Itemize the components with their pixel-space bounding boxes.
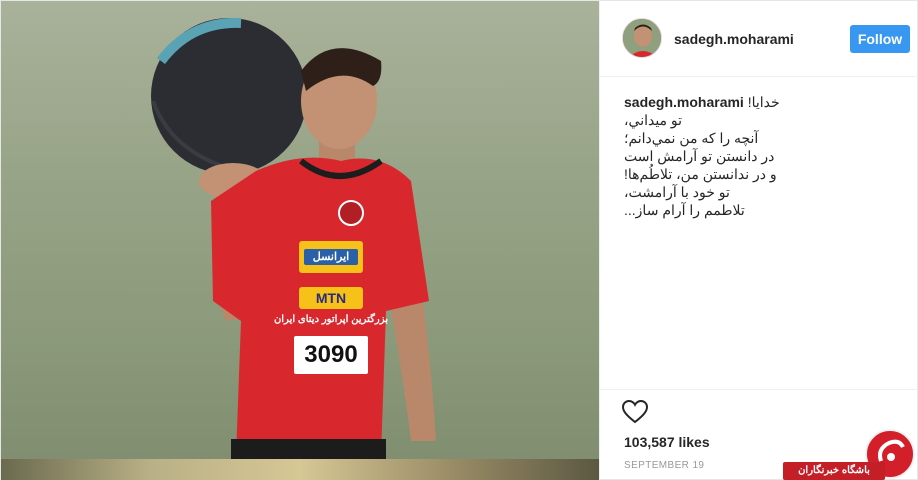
post-photo[interactable]: ایرانسل MTN بزرگترین اپراتور دیتای ایران… [1,1,599,480]
caption-author-link[interactable]: sadegh.moharami [624,94,744,110]
post-sidebar: sadegh.moharami Follow sadegh.moharami خ… [599,1,918,480]
likes-count[interactable]: 103,587 likes [624,434,710,450]
caption-line: تلاطمم را آرام ساز... [624,202,745,218]
username-link[interactable]: sadegh.moharami [674,31,794,47]
post-date[interactable]: SEPTEMBER 19 [624,460,704,471]
player-illustration [151,17,436,480]
sponsor-tagline: بزرگترین اپراتور دیتای ایران [273,314,389,325]
sponsor-mtn: MTN [315,290,347,306]
instagram-post: ایرانسل MTN بزرگترین اپراتور دیتای ایران… [0,0,918,480]
watermark-label: باشگاه خبرنگاران [783,462,885,480]
caption-line: در دانستن تو آرامش است [624,148,775,164]
caption-line: تو ميداني، [624,112,683,128]
caption-line: و در ندانستن من، تلاطُم‌ها! [624,166,777,182]
caption-first-line: sadegh.moharami خدايا! [624,93,906,111]
post-header: sadegh.moharami Follow [600,1,918,77]
heart-icon[interactable] [621,399,649,424]
follow-button[interactable]: Follow [850,25,910,53]
caption-line: آنچه را که من نمي‌دانم؛ [624,130,759,146]
caption-line: خدايا! [747,94,780,110]
avatar-image [623,19,661,57]
caption-line: تو خود با آرامشت، [624,184,730,200]
post-caption: sadegh.moharami خدايا! تو ميداني، آنچه ر… [624,93,906,219]
jersey-number: 3090 [304,341,358,368]
avatar[interactable] [622,18,662,58]
sponsor-name: ایرانسل [312,251,350,263]
photo-bottom-strip [1,459,599,480]
watermark: باشگاه خبرنگاران [783,425,918,480]
